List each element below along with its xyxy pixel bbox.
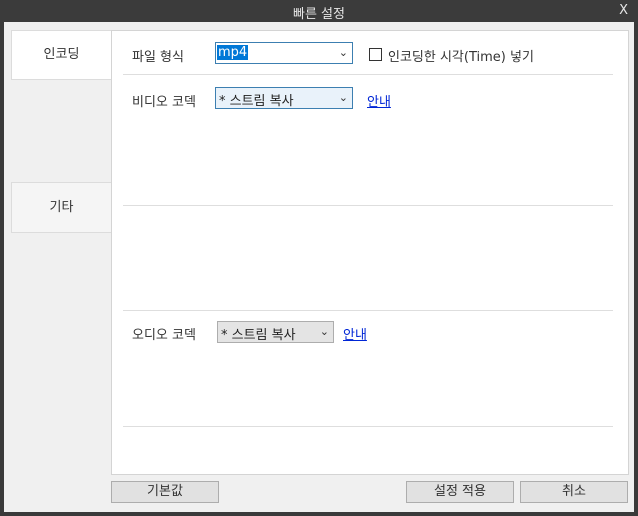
chevron-down-icon: ⌄ [338, 91, 348, 104]
file-format-label: 파일 형식 [132, 50, 184, 65]
video-codec-value: * 스트림 복사 [219, 94, 294, 109]
cancel-button[interactable]: 취소 [520, 481, 628, 503]
chevron-down-icon: ⌄ [338, 46, 348, 59]
separator [123, 310, 613, 311]
file-format-select[interactable]: mp4 ⌄ [215, 42, 353, 64]
default-button[interactable]: 기본값 [111, 481, 219, 503]
audio-codec-guide-link[interactable]: 안내 [343, 324, 367, 343]
separator [123, 426, 613, 427]
audio-codec-label: 오디오 코덱 [132, 328, 196, 343]
tab-other[interactable]: 기타 [11, 182, 112, 233]
encoding-panel: 파일 형식 mp4 ⌄ 인코딩한 시각(Time) 넣기 비디오 코덱 * 스트… [111, 30, 629, 475]
chevron-down-icon: ⌄ [319, 325, 329, 338]
dialog-body: 인코딩 기타 파일 형식 mp4 ⌄ 인코딩한 시각(Time) 넣기 비디오 … [4, 22, 634, 512]
insert-time-label: 인코딩한 시각(Time) 넣기 [388, 50, 534, 65]
video-codec-label: 비디오 코덱 [132, 95, 196, 110]
audio-codec-value: * 스트림 복사 [221, 328, 296, 343]
audio-codec-select[interactable]: * 스트림 복사 ⌄ [217, 321, 334, 343]
insert-time-checkbox[interactable] [369, 48, 382, 61]
close-button[interactable]: X [619, 3, 628, 18]
title-bar: 빠른 설정 X [0, 0, 638, 22]
video-codec-select[interactable]: * 스트림 복사 ⌄ [215, 87, 353, 109]
window-title: 빠른 설정 [293, 7, 345, 22]
tab-encoding[interactable]: 인코딩 [11, 30, 111, 80]
separator [123, 74, 613, 75]
separator [123, 205, 613, 206]
apply-settings-button[interactable]: 설정 적용 [406, 481, 514, 503]
file-format-value: mp4 [217, 45, 249, 60]
video-codec-guide-link[interactable]: 안내 [367, 91, 391, 110]
